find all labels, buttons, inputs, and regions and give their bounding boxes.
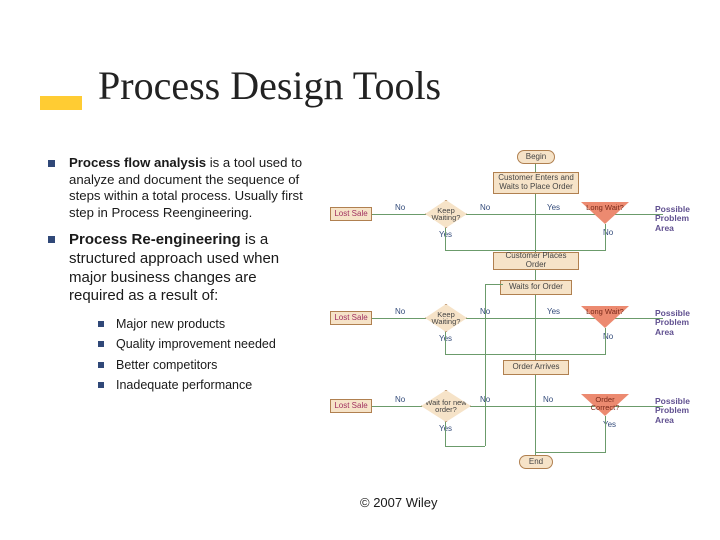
sub-bullet-text: Better competitors bbox=[116, 357, 217, 373]
flow-label-yes: Yes bbox=[547, 307, 560, 316]
flow-label-no: No bbox=[395, 203, 405, 212]
flow-begin: Begin bbox=[517, 150, 555, 164]
flow-line bbox=[485, 284, 486, 446]
bullet-icon bbox=[98, 321, 104, 327]
flow-lost-sale: Lost Sale bbox=[330, 399, 372, 413]
bullet-item: Process flow analysis is a tool used to … bbox=[48, 155, 308, 221]
bullet-text: Process Re-engineering is a structured a… bbox=[69, 231, 308, 306]
flow-label-no: No bbox=[480, 203, 490, 212]
flow-keep-waiting: Keep Waiting? bbox=[425, 304, 467, 332]
list-item: Better competitors bbox=[98, 357, 308, 373]
flow-line bbox=[535, 162, 536, 462]
bullet-icon bbox=[98, 341, 104, 347]
flow-line bbox=[536, 354, 606, 355]
flow-line bbox=[536, 452, 606, 453]
flow-customer-places: Customer Places Order bbox=[493, 252, 579, 270]
bullet-icon bbox=[48, 236, 55, 243]
accent-bar bbox=[40, 96, 82, 110]
flow-lost-sale: Lost Sale bbox=[330, 207, 372, 221]
bullet-text: Process flow analysis is a tool used to … bbox=[69, 155, 308, 221]
copyright: © 2007 Wiley bbox=[360, 495, 438, 510]
flow-label-no: No bbox=[395, 395, 405, 404]
sub-bullet-text: Inadequate performance bbox=[116, 377, 252, 393]
list-item: Quality improvement needed bbox=[98, 336, 308, 352]
lost-sale-label: Lost Sale bbox=[334, 210, 367, 219]
flow-problem-area: Possible Problem Area bbox=[655, 397, 705, 425]
list-item: Major new products bbox=[98, 316, 308, 332]
flow-line bbox=[445, 354, 535, 355]
lost-sale-label: Lost Sale bbox=[334, 402, 367, 411]
bullet-bold: Process Re-engineering bbox=[69, 231, 241, 248]
sub-bullet-text: Quality improvement needed bbox=[116, 336, 276, 352]
bullet-item: Process Re-engineering is a structured a… bbox=[48, 231, 308, 306]
flow-label-yes: Yes bbox=[547, 203, 560, 212]
flow-long-wait-label: Long Wait? bbox=[581, 308, 629, 316]
bullet-icon bbox=[98, 362, 104, 368]
flow-line bbox=[485, 284, 503, 285]
list-item: Inadequate performance bbox=[98, 377, 308, 393]
flow-waits-order: Waits for Order bbox=[500, 280, 572, 295]
lost-sale-label: Lost Sale bbox=[334, 314, 367, 323]
bullet-icon bbox=[48, 160, 55, 167]
flow-wait-new-order: Wait for new order? bbox=[421, 390, 471, 422]
flow-line bbox=[445, 422, 446, 446]
flow-order-correct-label: Order Correct? bbox=[581, 396, 629, 411]
flow-line bbox=[605, 224, 606, 250]
flow-problem-area: Possible Problem Area bbox=[655, 205, 705, 233]
flow-line bbox=[445, 446, 485, 447]
flow-problem-area: Possible Problem Area bbox=[655, 309, 705, 337]
flow-label-no: No bbox=[543, 395, 553, 404]
sub-bullet-list: Major new products Quality improvement n… bbox=[98, 316, 308, 393]
flow-customer-enters: Customer Enters and Waits to Place Order bbox=[493, 172, 579, 194]
bullet-icon bbox=[98, 382, 104, 388]
bullet-bold: Process flow analysis bbox=[69, 155, 206, 170]
flow-end: End bbox=[519, 455, 553, 469]
flow-line bbox=[445, 228, 446, 250]
flow-lost-sale: Lost Sale bbox=[330, 311, 372, 325]
flow-line bbox=[605, 328, 606, 354]
flowchart: Begin Customer Enters and Waits to Place… bbox=[325, 150, 705, 475]
flow-line bbox=[605, 416, 606, 452]
flow-long-wait-label: Long Wait? bbox=[581, 204, 629, 212]
text-content: Process flow analysis is a tool used to … bbox=[48, 155, 308, 397]
flow-label-no: No bbox=[395, 307, 405, 316]
sub-bullet-text: Major new products bbox=[116, 316, 225, 332]
page-title: Process Design Tools bbox=[98, 62, 441, 109]
flow-order-arrives: Order Arrives bbox=[503, 360, 569, 375]
flow-line bbox=[445, 332, 446, 354]
flow-keep-waiting: Keep Waiting? bbox=[425, 200, 467, 228]
